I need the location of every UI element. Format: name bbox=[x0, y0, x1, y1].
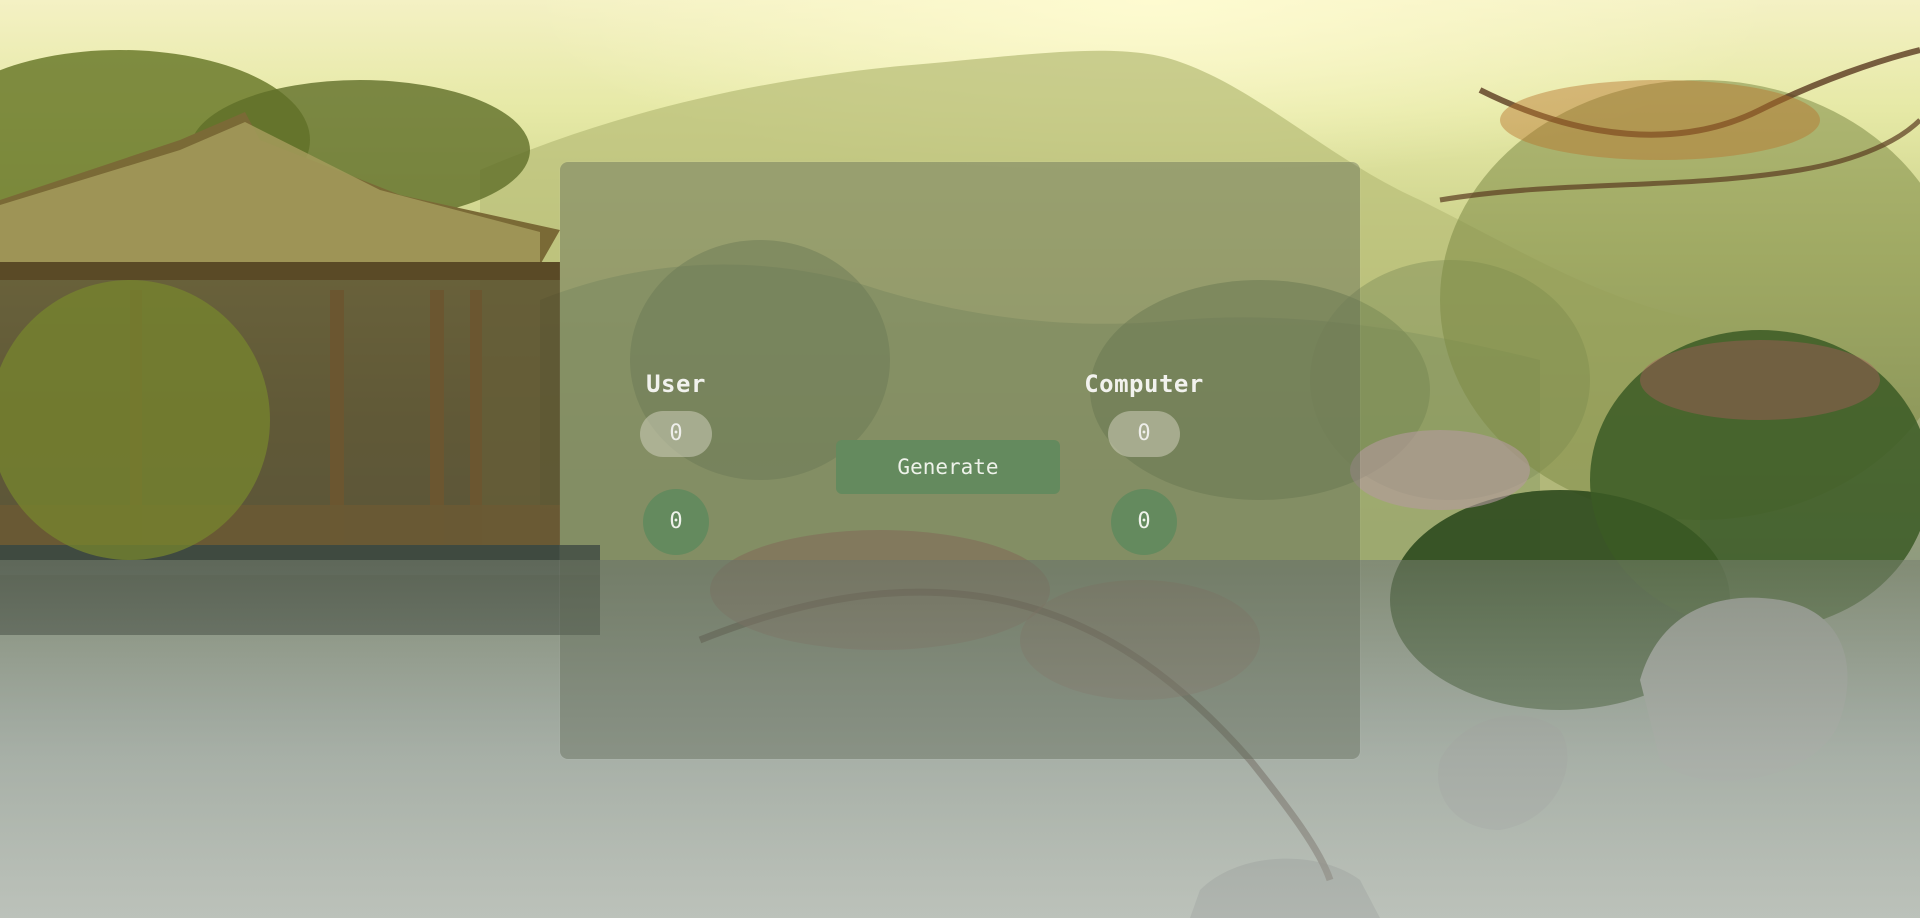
computer-title: Computer bbox=[1084, 370, 1204, 398]
computer-column: Computer 0 0 bbox=[1044, 162, 1244, 555]
app-background: User 0 0 Generate Computer 0 0 bbox=[0, 0, 1920, 918]
computer-score-display: 0 bbox=[1111, 489, 1177, 555]
generate-button[interactable]: Generate bbox=[836, 440, 1060, 494]
user-column: User 0 0 bbox=[576, 162, 776, 555]
user-title: User bbox=[646, 370, 706, 398]
game-panel: User 0 0 Generate Computer 0 0 bbox=[560, 162, 1360, 759]
user-score-display: 0 bbox=[643, 489, 709, 555]
user-choice-display: 0 bbox=[640, 411, 712, 457]
computer-choice-display: 0 bbox=[1108, 411, 1180, 457]
